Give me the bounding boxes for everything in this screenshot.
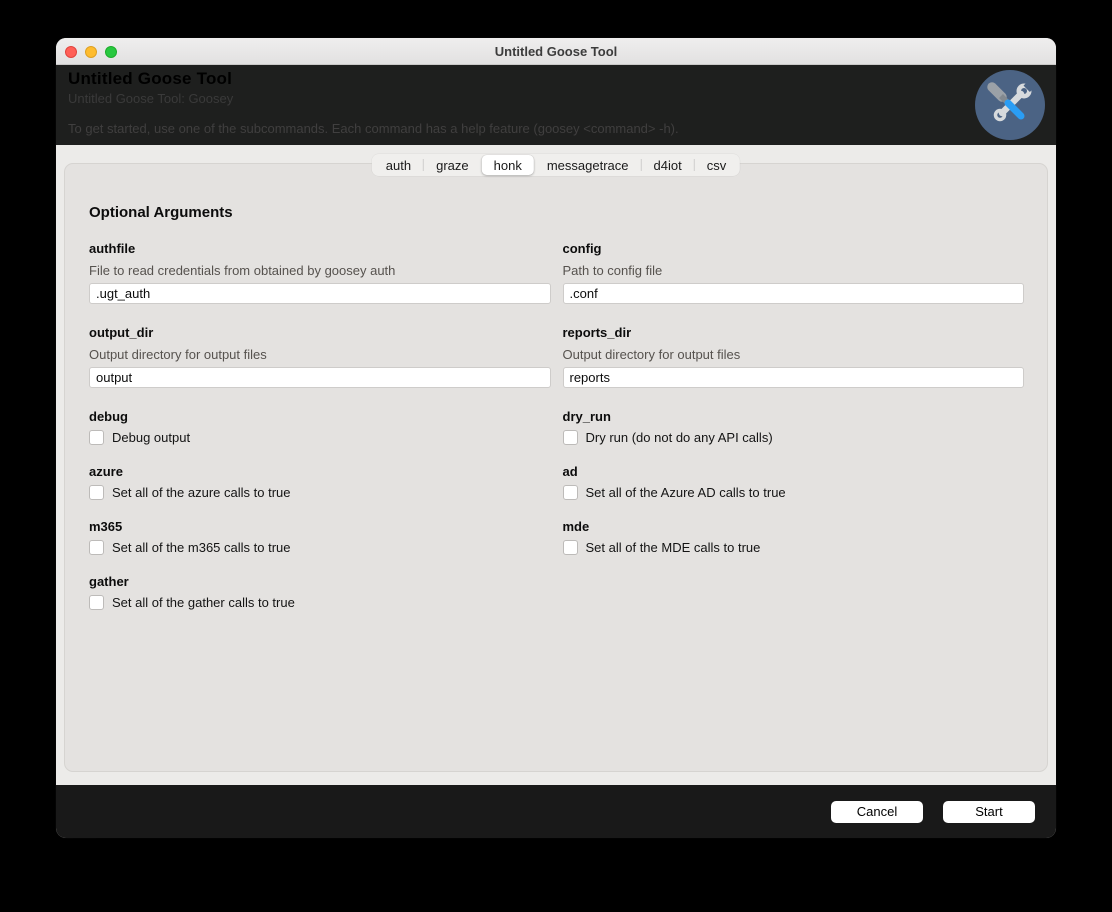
zoom-window-button[interactable] — [105, 46, 117, 58]
app-window: Untitled Goose Tool Untitled Goose Tool … — [56, 38, 1056, 838]
app-header: Untitled Goose Tool Untitled Goose Tool:… — [56, 65, 1056, 145]
field-description: Output directory for output files — [89, 347, 267, 362]
tab-csv[interactable]: csv — [695, 155, 739, 175]
field-config: config Path to config file — [562, 241, 1024, 304]
wrench-screwdriver-icon — [975, 70, 1045, 140]
content-area: auth graze honk messagetrace d4iot csv O… — [56, 145, 1056, 785]
empty-cell — [563, 574, 1025, 629]
tab-auth[interactable]: auth — [374, 155, 423, 175]
field-debug: debug Debug output — [89, 409, 551, 445]
field-label: debug — [89, 409, 128, 424]
field-output-dir: output_dir Output directory for output f… — [89, 325, 551, 388]
form-grid: authfile File to read credentials from o… — [89, 241, 1024, 629]
titlebar[interactable]: Untitled Goose Tool — [56, 38, 1056, 65]
cancel-button[interactable]: Cancel — [831, 800, 923, 823]
field-description: Path to config file — [562, 263, 663, 278]
section-heading: Optional Arguments — [89, 204, 233, 221]
field-description: Output directory for output files — [562, 347, 741, 362]
field-label: config — [562, 241, 602, 256]
field-label: output_dir — [89, 325, 154, 340]
ad-checkbox[interactable] — [562, 485, 578, 500]
field-description: File to read credentials from obtained b… — [89, 263, 396, 278]
checkbox-label: Set all of the MDE calls to true — [585, 540, 761, 555]
app-subtitle: Untitled Goose Tool: Goosey — [68, 91, 234, 106]
field-label: authfile — [89, 241, 136, 256]
subcommand-tabs: auth graze honk messagetrace d4iot csv — [371, 154, 741, 176]
close-window-button[interactable] — [65, 46, 77, 58]
checkbox-label: Set all of the gather calls to true — [112, 595, 295, 610]
checkbox-label: Set all of the azure calls to true — [112, 485, 291, 500]
field-label: azure — [89, 464, 123, 479]
dry-run-checkbox[interactable] — [562, 430, 578, 445]
field-label: dry_run — [562, 409, 611, 424]
app-title: Untitled Goose Tool — [68, 69, 233, 88]
field-label: m365 — [89, 519, 123, 534]
debug-checkbox[interactable] — [89, 430, 104, 445]
getting-started-text: To get started, use one of the subcomman… — [68, 121, 679, 136]
field-m365: m365 Set all of the m365 calls to true — [89, 519, 551, 555]
checkbox-label: Debug output — [112, 430, 191, 445]
checkbox-label: Dry run (do not do any API calls) — [585, 430, 773, 445]
window-title: Untitled Goose Tool — [494, 43, 618, 59]
honk-form-panel: Optional Arguments authfile File to read… — [64, 163, 1048, 772]
tab-honk[interactable]: honk — [481, 155, 534, 175]
tab-d4iot[interactable]: d4iot — [642, 155, 694, 175]
field-label: reports_dir — [562, 325, 632, 340]
field-reports-dir: reports_dir Output directory for output … — [562, 325, 1024, 388]
action-bar: Cancel Start — [56, 785, 1056, 838]
mde-checkbox[interactable] — [562, 540, 578, 555]
field-label: ad — [562, 464, 578, 479]
output-dir-input[interactable] — [89, 367, 551, 388]
start-button[interactable]: Start — [943, 800, 1035, 823]
tab-graze[interactable]: graze — [424, 155, 481, 175]
authfile-input[interactable] — [89, 283, 551, 304]
gather-checkbox[interactable] — [89, 595, 104, 610]
checkbox-label: Set all of the Azure AD calls to true — [585, 485, 786, 500]
field-ad: ad Set all of the Azure AD calls to true — [562, 464, 1025, 500]
traffic-lights — [65, 46, 117, 58]
azure-checkbox[interactable] — [89, 485, 104, 500]
reports-dir-input[interactable] — [562, 367, 1024, 388]
minimize-window-button[interactable] — [85, 46, 97, 58]
tab-messagetrace[interactable]: messagetrace — [535, 155, 641, 175]
checkbox-label: Set all of the m365 calls to true — [112, 540, 291, 555]
field-dry-run: dry_run Dry run (do not do any API calls… — [562, 409, 1025, 445]
field-label: mde — [562, 519, 590, 534]
field-gather: gather Set all of the gather calls to tr… — [89, 574, 551, 610]
field-mde: mde Set all of the MDE calls to true — [562, 519, 1025, 555]
field-label: gather — [89, 574, 129, 589]
field-azure: azure Set all of the azure calls to true — [89, 464, 551, 500]
m365-checkbox[interactable] — [89, 540, 104, 555]
config-input[interactable] — [562, 283, 1024, 304]
field-authfile: authfile File to read credentials from o… — [89, 241, 551, 304]
